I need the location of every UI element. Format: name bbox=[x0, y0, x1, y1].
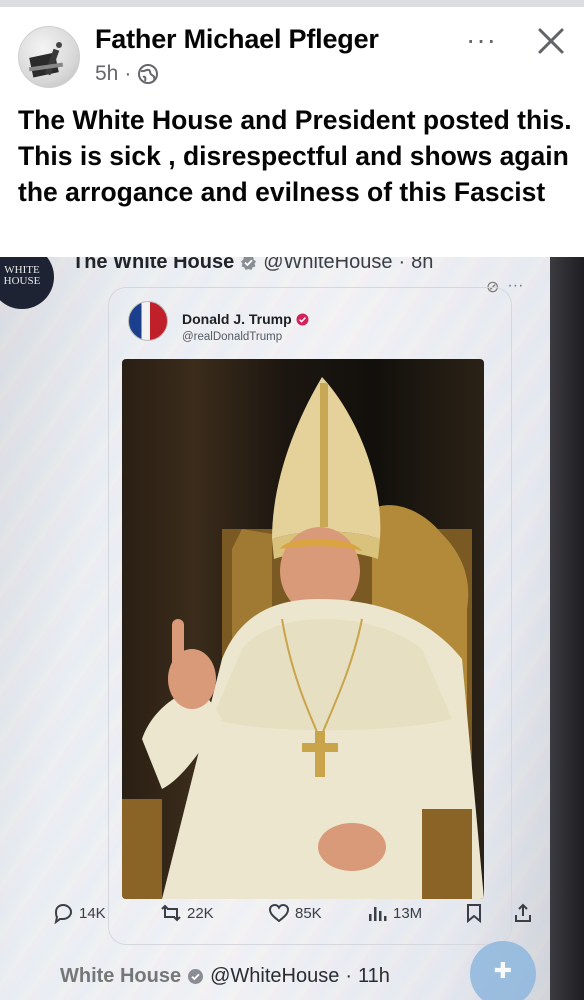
views-action[interactable]: 13M bbox=[366, 902, 422, 924]
quoted-tweet-name: Donald J. Trump bbox=[182, 311, 292, 327]
outer-tweet-time: 8h bbox=[411, 257, 434, 273]
repost-action[interactable]: 22K bbox=[160, 902, 214, 924]
next-tweet-time: 11h bbox=[358, 965, 390, 987]
quoted-tweet-handle: @realDonaldTrump bbox=[182, 331, 283, 343]
outer-tweet-dot: · bbox=[398, 257, 406, 273]
verified-badge-icon bbox=[188, 969, 204, 984]
pope-figure-illustration bbox=[122, 377, 484, 899]
post-header: Father Michael Pfleger 5h · ··· bbox=[0, 22, 584, 94]
reply-action[interactable]: 14K bbox=[52, 902, 106, 924]
verified-badge-icon bbox=[241, 257, 257, 270]
bookmark-icon[interactable] bbox=[464, 902, 484, 924]
trump-avatar bbox=[128, 301, 168, 341]
next-tweet-name: White House bbox=[60, 965, 182, 987]
outer-tweet-header: The White House @WhiteHouse · 8h bbox=[72, 257, 433, 274]
like-count: 85K bbox=[295, 904, 322, 922]
like-action[interactable]: 85K bbox=[268, 902, 322, 924]
compose-plus-icon: ✚ bbox=[493, 958, 513, 983]
monitor-bezel bbox=[550, 257, 584, 1000]
verified-badge-icon bbox=[296, 313, 309, 325]
reply-icon bbox=[54, 903, 73, 924]
author-name[interactable]: Father Michael Pfleger bbox=[95, 24, 379, 55]
compose-fab-button: ✚ bbox=[470, 941, 536, 1000]
post-meta: 5h · bbox=[95, 62, 159, 86]
close-icon[interactable] bbox=[534, 24, 568, 58]
outer-tweet-name: The White House bbox=[72, 257, 235, 273]
next-tweet-header: White House @WhiteHouse · 11h bbox=[60, 965, 390, 988]
post-time[interactable]: 5h bbox=[95, 62, 118, 86]
post-body-text: The White House and President posted thi… bbox=[18, 105, 572, 207]
post-photo[interactable]: WHITE HOUSE The White House @WhiteHouse … bbox=[0, 257, 584, 1000]
avatar-image bbox=[28, 42, 64, 78]
globe-icon bbox=[138, 64, 159, 84]
tweet-actions-bar: 14K 22K 85K 13M bbox=[52, 902, 542, 932]
quoted-tweet-name-row: Donald J. Trump bbox=[182, 311, 309, 327]
more-options-button[interactable]: ··· bbox=[466, 26, 497, 54]
author-avatar[interactable] bbox=[18, 26, 80, 88]
meta-separator: · bbox=[124, 62, 132, 85]
heart-icon bbox=[268, 903, 290, 923]
pope-image bbox=[122, 359, 484, 899]
views-count: 13M bbox=[393, 904, 423, 922]
outer-tweet-handle: @WhiteHouse bbox=[263, 257, 393, 273]
share-icon[interactable] bbox=[512, 902, 534, 924]
reply-count: 14K bbox=[79, 904, 106, 922]
outer-more-icon: ··· bbox=[507, 277, 524, 294]
repost-count: 22K bbox=[187, 904, 214, 922]
next-tweet-dot: · bbox=[345, 965, 353, 987]
repost-icon bbox=[161, 904, 181, 922]
next-tweet-handle: @WhiteHouse bbox=[210, 965, 340, 987]
views-chart-icon bbox=[369, 907, 387, 921]
top-divider bbox=[0, 0, 584, 7]
